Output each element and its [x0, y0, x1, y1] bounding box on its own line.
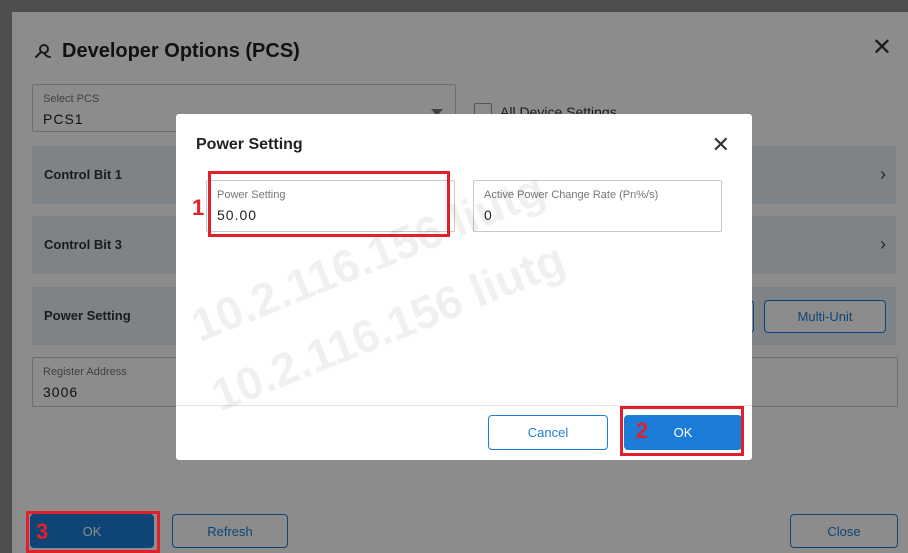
active-power-change-rate-input[interactable]: Active Power Change Rate (Pn%/s) 0	[473, 180, 722, 232]
modal-cancel-label: Cancel	[527, 425, 569, 440]
annotation-number-1: 1	[192, 195, 205, 220]
annotation-number-2: 2	[636, 418, 649, 443]
annotation-box-1	[208, 171, 450, 237]
active-power-change-rate-value: 0	[484, 207, 493, 223]
modal-cancel-button[interactable]: Cancel	[488, 415, 608, 450]
active-power-change-rate-label: Active Power Change Rate (Pn%/s)	[484, 189, 659, 201]
annotation-number-3: 3	[36, 519, 49, 544]
modal-title: Power Setting	[196, 136, 303, 153]
close-icon[interactable]: ✕	[712, 132, 730, 158]
